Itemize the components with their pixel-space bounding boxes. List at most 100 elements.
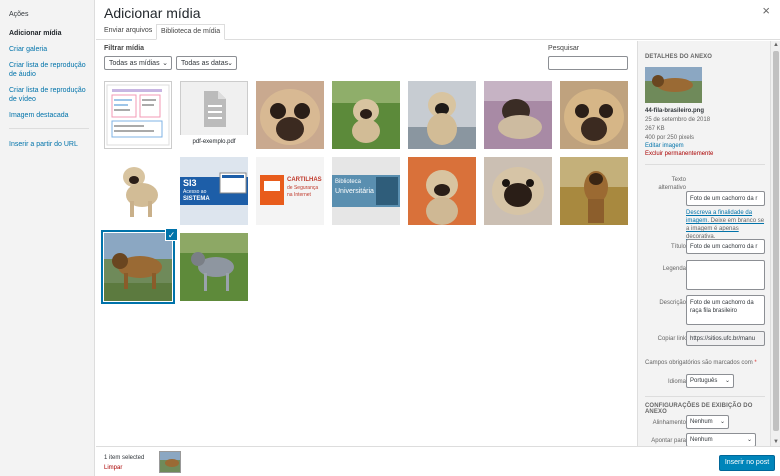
si3-title: SI3 (183, 178, 197, 188)
details-divider (645, 164, 765, 165)
chevron-down-icon: ⌄ (724, 378, 730, 384)
sidebar-title: Ações (9, 11, 29, 18)
caption-label: Legenda (662, 266, 686, 272)
cartilhas-line1: de Segurança (287, 185, 319, 191)
filter-label: Filtrar mídia (104, 45, 145, 52)
media-sidebar: Ações Adicionar mídia Criar galeria Cria… (0, 0, 95, 476)
media-thumb-mastiff[interactable] (560, 157, 628, 225)
required-star: * (754, 360, 757, 366)
pug-face-image (256, 81, 324, 149)
pug-lying-image (484, 81, 552, 149)
fila-brasileiro-mini-image (160, 452, 180, 472)
media-thumb-pug-orange[interactable] (408, 157, 476, 225)
biblioteca-line2: Universitária (335, 188, 374, 195)
sidebar-item-featured-image[interactable]: Imagem destacada (9, 111, 91, 120)
biblioteca-line1: Biblioteca (335, 179, 362, 185)
date-select[interactable]: Todas as datas ⌄ (176, 56, 237, 70)
link-to-select[interactable]: Nenhum ⌄ (686, 433, 756, 446)
document-screenshot-image (106, 84, 170, 146)
pdf-filename: pdf-exemplo.pdf (180, 135, 248, 149)
pug-orange-bg-image (408, 157, 476, 225)
media-thumb-pdf[interactable]: pdf-exemplo.pdf (180, 81, 248, 149)
sidebar-item-video-playlist[interactable]: Criar lista de reprodução de vídeo (9, 86, 91, 104)
language-value: Português (690, 378, 718, 384)
required-fields-note: Campos obrigatórios são marcados com * (645, 359, 757, 367)
media-type-select[interactable]: Todas as mídias ⌄ (104, 56, 172, 70)
details-divider-2 (645, 396, 765, 397)
media-thumb-pug-face[interactable] (484, 157, 552, 225)
media-thumb-cattle-dog[interactable] (180, 233, 248, 301)
sidebar-item-insert-from-url[interactable]: Inserir a partir do URL (9, 140, 91, 149)
selected-mini-thumb[interactable] (159, 451, 181, 473)
pug-sitting-image (408, 81, 476, 149)
media-thumb-pug-5[interactable] (560, 81, 628, 149)
tab-upload-files[interactable]: Enviar arquivos (100, 24, 156, 40)
modal-header: Adicionar mídia × Enviar arquivos Biblio… (96, 0, 780, 40)
sidebar-item-audio-playlist[interactable]: Criar lista de reprodução de áudio (9, 61, 91, 79)
page-title: Adicionar mídia (104, 5, 201, 21)
alt-text-field[interactable]: Foto de um cachorro da r (686, 191, 765, 206)
attachment-filename: 44-fila-brasileiro.png (645, 108, 705, 114)
cartilhas-line2: na Internet (287, 192, 311, 198)
pug-standing-image (104, 157, 172, 225)
insert-into-post-button[interactable]: Inserir no post (719, 455, 775, 471)
alt-text-help-link[interactable]: Descreva a finalidade da imagem. Deixe e… (686, 209, 768, 241)
chevron-down-icon: ⌄ (227, 60, 233, 67)
checkmark-icon[interactable]: ✓ (165, 228, 178, 241)
sidebar-item-add-media[interactable]: Adicionar mídia (9, 29, 91, 38)
media-thumb-screenshot[interactable] (104, 81, 172, 149)
media-thumb-pug-4[interactable] (484, 81, 552, 149)
link-to-label: Apontar para (651, 438, 686, 444)
edit-image-link[interactable]: Editar imagem (645, 142, 684, 150)
title-label: Título (670, 244, 686, 250)
description-label: Descrição (659, 300, 686, 306)
search-input[interactable] (548, 56, 628, 70)
close-icon[interactable]: × (762, 3, 770, 18)
cattle-dog-image (180, 233, 248, 301)
cartilhas-title: CARTILHAS (287, 177, 322, 183)
clear-selection-link[interactable]: Limpar (104, 465, 122, 471)
scroll-down-icon[interactable]: ▼ (773, 439, 779, 445)
media-thumb-pug-standing[interactable] (104, 157, 172, 225)
attachment-preview (645, 67, 702, 103)
title-field[interactable]: Foto de um cachorro da r (686, 239, 765, 254)
media-thumb-pug-1[interactable] (256, 81, 324, 149)
scroll-up-icon[interactable]: ▲ (773, 42, 779, 48)
caption-field[interactable] (686, 260, 765, 290)
media-thumb-cartilhas[interactable]: CARTILHAS de Segurança na Internet (256, 157, 324, 225)
sidebar-item-create-gallery[interactable]: Criar galeria (9, 45, 91, 54)
alignment-select[interactable]: Nenhum ⌄ (686, 415, 729, 429)
media-thumb-si3-banner[interactable]: SI3 Acesso ao SISTEMA (180, 157, 248, 225)
media-thumb-fila-selected[interactable] (104, 233, 172, 301)
language-select[interactable]: Português ⌄ (686, 374, 734, 388)
chevron-down-icon: ⌄ (719, 419, 725, 425)
fila-brasileiro-preview-image (645, 67, 702, 103)
mastiff-image (560, 157, 628, 225)
search-label: Pesquisar (548, 45, 580, 52)
link-to-value: Nenhum (690, 437, 713, 443)
alt-text-label: Texto alternativo (658, 177, 686, 191)
date-value: Todas as datas (181, 60, 229, 67)
sidebar-divider (9, 128, 89, 129)
attachment-details-panel: DETALHES DO ANEXO 44-fila-brasileiro.png… (637, 41, 770, 446)
display-settings-heading: CONFIGURAÇÕES DE EXIBIÇÃO DO ANEXO (645, 403, 753, 415)
details-scrollbar[interactable]: ▲ ▼ (770, 41, 780, 446)
tab-media-library[interactable]: Biblioteca de mídia (156, 24, 226, 40)
si3-line1: Acesso ao (183, 189, 207, 195)
alignment-label: Alinhamento (652, 420, 686, 426)
pug-grass-image (332, 81, 400, 149)
media-thumb-biblioteca[interactable]: Biblioteca Universitária (332, 157, 400, 225)
required-note-text: Campos obrigatórios são marcados com (645, 360, 753, 366)
pug-face-image (560, 81, 628, 149)
media-browser: Filtrar mídia Todas as mídias ⌄ Todas as… (96, 41, 636, 446)
chevron-down-icon: ⌄ (746, 437, 752, 443)
media-thumb-pug-3[interactable] (408, 81, 476, 149)
copy-link-label: Copiar link (657, 336, 686, 342)
delete-permanently-link[interactable]: Excluir permanentemente (645, 150, 713, 158)
selection-count: 1 item selected (104, 455, 145, 461)
copy-link-field[interactable]: https://sitios.ufc.br/manu (686, 331, 765, 346)
media-thumb-pug-2[interactable] (332, 81, 400, 149)
description-field[interactable]: Foto de um cachorro da raça fila brasile… (686, 295, 765, 325)
cartilhas-banner-image (256, 157, 324, 225)
scroll-thumb[interactable] (773, 51, 779, 431)
